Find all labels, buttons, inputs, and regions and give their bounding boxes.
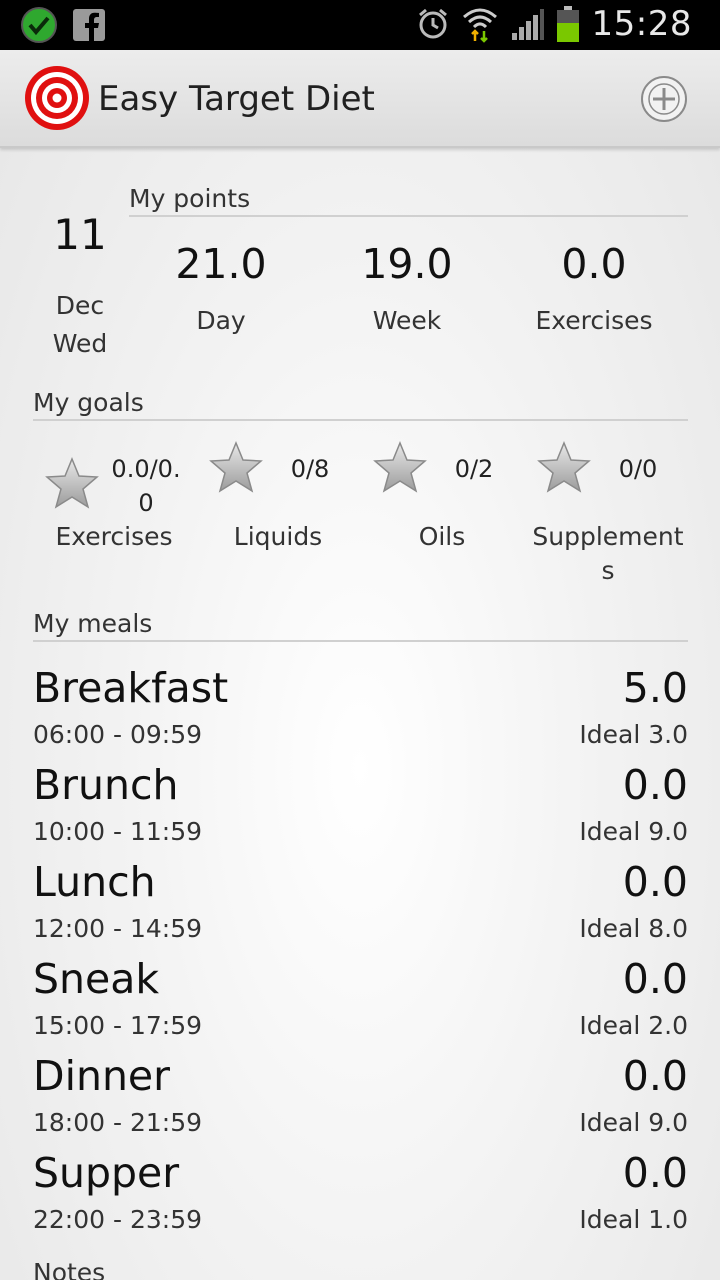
goal-exercises-value-line2: 0 xyxy=(138,489,154,517)
goal-oils-label: Oils xyxy=(418,522,466,551)
facebook-icon xyxy=(73,9,105,42)
meal-name: Brunch xyxy=(33,761,179,809)
meal-time: 10:00 - 11:59 xyxy=(33,817,203,846)
meal-row-lunch[interactable]: Lunch 12:00 - 14:59 0.0 Ideal 8.0 xyxy=(33,858,688,955)
meal-row-supper[interactable]: Supper 22:00 - 23:59 0.0 Ideal 1.0 xyxy=(33,1149,688,1246)
meal-name: Dinner xyxy=(33,1052,171,1100)
star-icon[interactable] xyxy=(44,456,100,512)
star-icon[interactable] xyxy=(208,440,264,496)
meal-row-breakfast[interactable]: Breakfast 06:00 - 09:59 5.0 Ideal 3.0 xyxy=(33,664,688,761)
date-display[interactable]: 11 Dec Wed xyxy=(30,210,130,363)
meal-ideal: Ideal 3.0 xyxy=(579,720,688,749)
alarm-icon xyxy=(418,8,447,39)
meal-points: 0.0 xyxy=(622,1052,688,1100)
action-bar: Easy Target Diet xyxy=(0,50,720,148)
star-icon[interactable] xyxy=(536,440,592,496)
meal-time: 15:00 - 17:59 xyxy=(33,1011,203,1040)
meal-name: Supper xyxy=(33,1149,180,1197)
goal-supplements-label-line1: Supplement xyxy=(532,522,684,551)
wifi-icon xyxy=(462,8,497,43)
meal-points: 5.0 xyxy=(622,664,688,712)
meal-time: 22:00 - 23:59 xyxy=(33,1205,203,1234)
date-weekday: Wed xyxy=(52,329,108,358)
add-circle-icon[interactable] xyxy=(640,75,688,123)
points-week-value: 19.0 xyxy=(361,240,453,288)
points-day-value: 21.0 xyxy=(175,240,267,288)
meal-points: 0.0 xyxy=(622,761,688,809)
goal-oils-value: 0/2 xyxy=(454,455,494,483)
meal-ideal: Ideal 9.0 xyxy=(579,817,688,846)
goal-exercises-value-line1: 0.0/0. xyxy=(111,455,181,483)
app-title: Easy Target Diet xyxy=(98,79,375,119)
notes-section-title: Notes xyxy=(33,1258,106,1280)
date-month: Dec xyxy=(55,291,105,320)
meal-time: 12:00 - 14:59 xyxy=(33,914,203,943)
meal-time: 06:00 - 09:59 xyxy=(33,720,203,749)
date-day: 11 xyxy=(53,210,107,259)
goal-supplements-value: 0/0 xyxy=(618,455,658,483)
meal-ideal: Ideal 9.0 xyxy=(579,1108,688,1137)
meal-name: Lunch xyxy=(33,858,156,906)
meals-section-title: My meals xyxy=(33,609,153,638)
meal-name: Sneak xyxy=(33,955,160,1003)
meal-points: 0.0 xyxy=(622,1149,688,1197)
meal-row-dinner[interactable]: Dinner 18:00 - 21:59 0.0 Ideal 9.0 xyxy=(33,1052,688,1149)
meal-name: Breakfast xyxy=(33,664,229,712)
goal-supplements-label: Supplement s xyxy=(530,520,686,588)
goals-section-title: My goals xyxy=(33,388,144,417)
goal-exercises-value: 0.0/0. 0 xyxy=(104,452,188,520)
meal-points: 0.0 xyxy=(622,955,688,1003)
meal-points: 0.0 xyxy=(622,858,688,906)
goal-liquids-label: Liquids xyxy=(233,522,323,551)
check-circle-icon xyxy=(21,7,57,43)
points-day: 21.0 Day xyxy=(131,240,311,335)
points-section-title: My points xyxy=(129,184,251,213)
battery-icon xyxy=(556,6,579,42)
points-exercises-label: Exercises xyxy=(535,306,653,335)
points-exercises-value: 0.0 xyxy=(561,240,627,288)
meal-ideal: Ideal 2.0 xyxy=(579,1011,688,1040)
star-icon[interactable] xyxy=(372,440,428,496)
points-divider xyxy=(129,215,688,217)
status-time: 15:28 xyxy=(591,4,692,44)
points-week: 19.0 Week xyxy=(317,240,497,335)
target-icon[interactable] xyxy=(24,65,90,131)
meal-time: 18:00 - 21:59 xyxy=(33,1108,203,1137)
goal-exercises-label: Exercises xyxy=(55,522,173,551)
goal-liquids-value: 0/8 xyxy=(290,455,330,483)
meal-row-brunch[interactable]: Brunch 10:00 - 11:59 0.0 Ideal 9.0 xyxy=(33,761,688,858)
status-bar: 15:28 xyxy=(0,0,720,50)
points-day-label: Day xyxy=(196,306,246,335)
meal-ideal: Ideal 1.0 xyxy=(579,1205,688,1234)
points-week-label: Week xyxy=(372,306,442,335)
goal-supplements-label-line2: s xyxy=(601,556,615,585)
signal-icon xyxy=(511,9,544,40)
meal-ideal: Ideal 8.0 xyxy=(579,914,688,943)
goals-divider xyxy=(33,419,688,421)
meals-divider xyxy=(33,640,688,642)
meal-row-sneak[interactable]: Sneak 15:00 - 17:59 0.0 Ideal 2.0 xyxy=(33,955,688,1052)
points-exercises: 0.0 Exercises xyxy=(504,240,684,335)
